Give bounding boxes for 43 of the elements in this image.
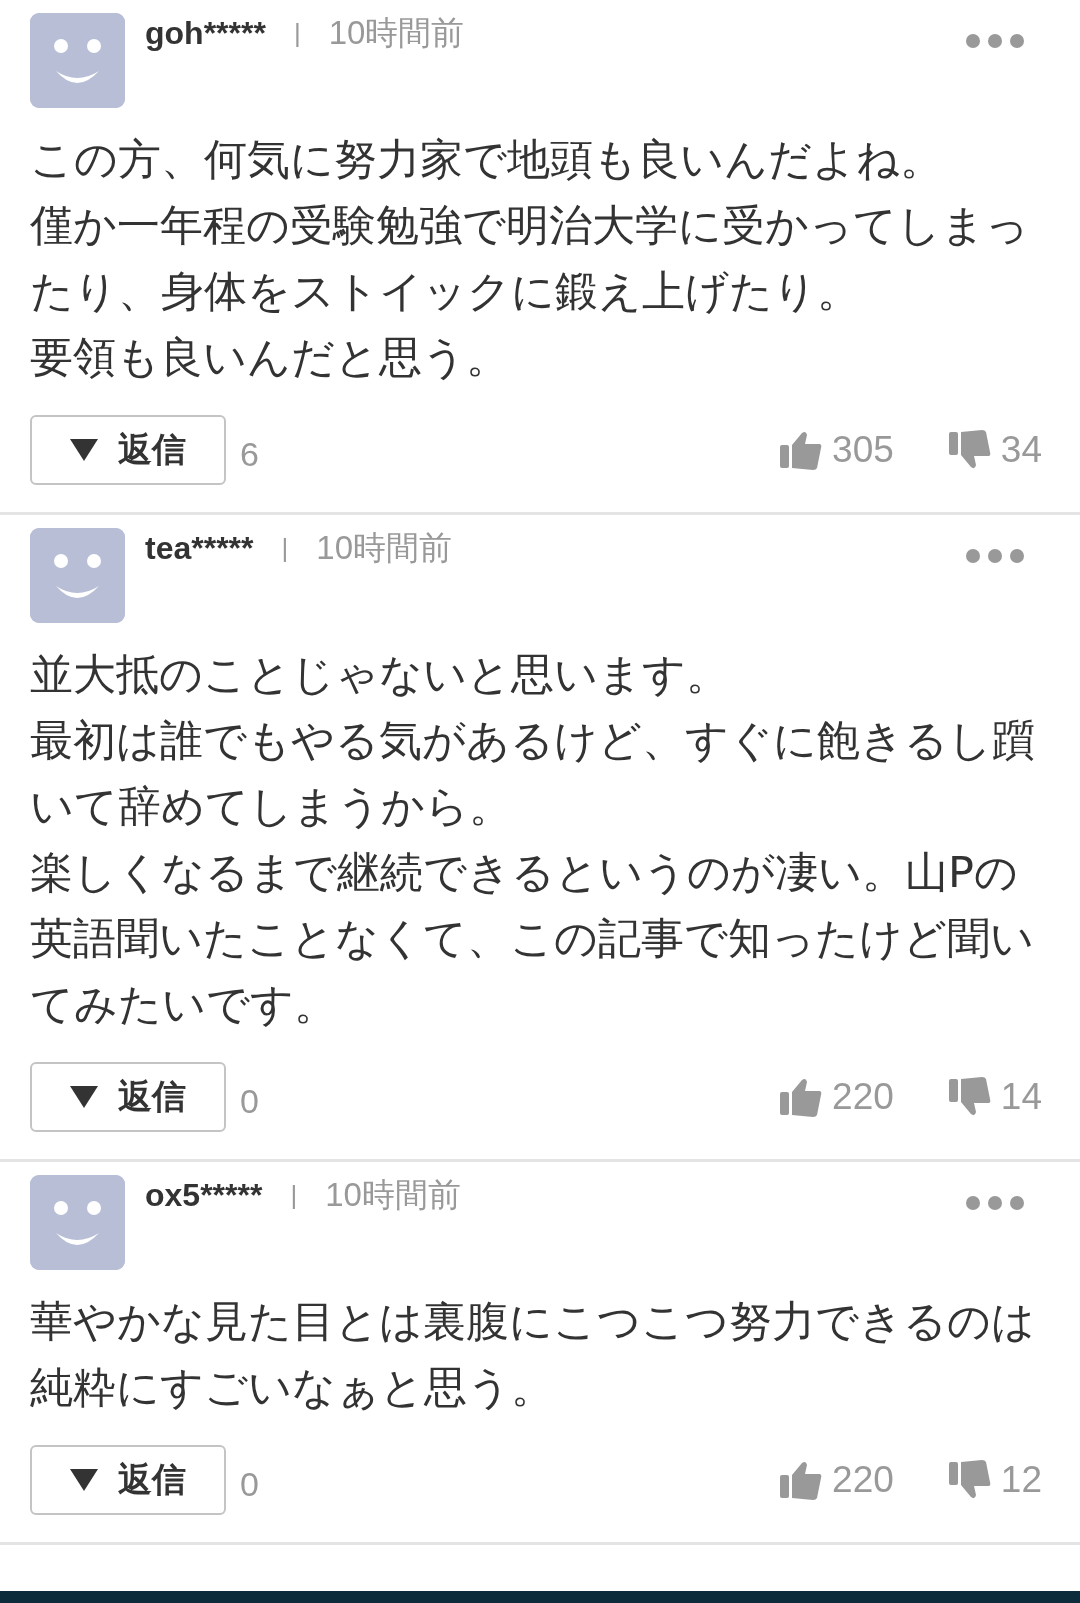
user-name[interactable]: tea*****	[145, 528, 254, 568]
thumbs-down-icon[interactable]	[948, 1460, 991, 1500]
like-count: 220	[832, 1459, 894, 1501]
avatar-icon	[30, 1175, 125, 1270]
comment-text: 僅か一年程の受験勉強で明治大学に受かってしまったり、身体をストイックに鍛え上げたり。	[30, 199, 1030, 318]
comment-text: 並大抵のことじゃないと思います。	[30, 648, 730, 701]
user-name[interactable]: ox5*****	[145, 1175, 263, 1215]
like-count: 220	[832, 1076, 894, 1118]
comment-text: 華やかな見た目とは裏腹にこつこつ努力できるのは純粋にすごいなぁと思う。	[30, 1295, 1036, 1414]
thumbs-down-icon[interactable]	[948, 430, 991, 470]
comment-text: 楽しくなるまで継続できるというのが凄い。山Pの英語聞いたことなくて、この記事で知ったけど聞いてみたいです。	[30, 846, 1035, 1031]
separator: |	[293, 17, 301, 50]
user-name[interactable]: goh*****	[145, 13, 266, 53]
more-icon[interactable]	[965, 1195, 1025, 1211]
comment-text: この方、何気に努力家で地頭も良いんだよね。	[30, 133, 944, 186]
post-time: 10時間前	[325, 1175, 461, 1215]
dislike-count: 34	[1000, 429, 1042, 471]
comment-text: 要領も良いんだと思う。	[30, 331, 510, 384]
reply-count: 0	[240, 1464, 259, 1504]
separator: |	[281, 532, 289, 565]
dislike-count: 12	[1000, 1459, 1042, 1501]
reply-button[interactable]: 返信	[30, 1445, 226, 1515]
comment-text: 最初は誰でもやる気があるけど、すぐに飽きるし躓いて辞めてしまうから。	[30, 714, 1036, 833]
post-time: 10時間前	[316, 528, 452, 568]
thumbs-up-icon[interactable]	[780, 1077, 823, 1117]
thumbs-down-icon[interactable]	[948, 1077, 991, 1117]
reply-count: 6	[240, 434, 259, 474]
caret-icon	[70, 1086, 98, 1108]
post-time: 10時間前	[328, 13, 465, 53]
avatar-icon	[30, 528, 125, 623]
caret-icon	[70, 1469, 98, 1491]
more-icon[interactable]	[965, 548, 1025, 564]
avatar-icon	[30, 13, 125, 108]
thumbs-up-icon[interactable]	[780, 1460, 823, 1500]
reply-button[interactable]: 返信	[30, 1062, 226, 1132]
reply-button[interactable]: 返信	[30, 415, 226, 485]
more-icon[interactable]	[965, 33, 1025, 49]
thumbs-up-icon[interactable]	[780, 430, 823, 470]
reply-count: 0	[240, 1081, 259, 1121]
separator: |	[290, 1179, 298, 1212]
caret-icon	[70, 439, 98, 461]
dislike-count: 14	[1000, 1076, 1042, 1118]
like-count: 305	[832, 429, 894, 471]
